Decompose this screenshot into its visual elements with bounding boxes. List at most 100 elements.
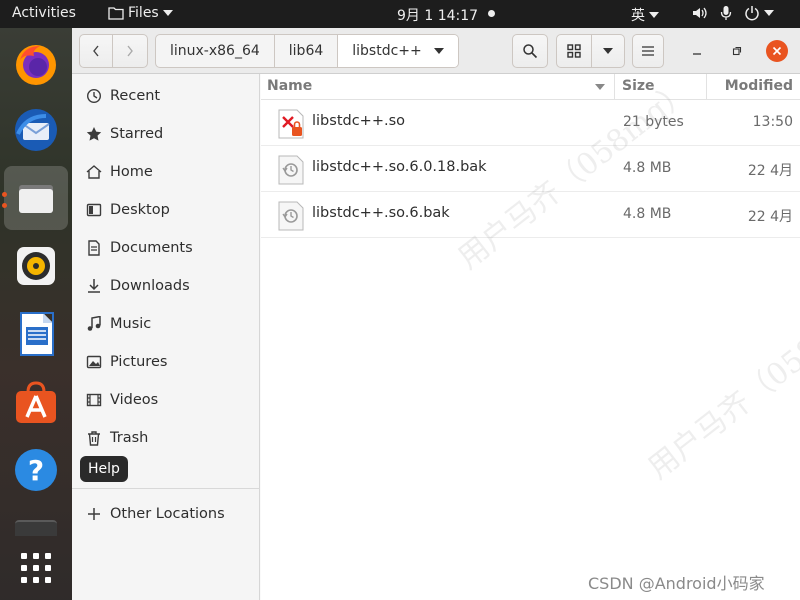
files-folder-icon: [19, 185, 53, 213]
places-sidebar: Recent Starred Home Desktop Documents Do…: [72, 74, 260, 600]
documents-icon: [86, 240, 102, 256]
file-name: libstdc++.so: [312, 113, 406, 129]
sidebar-item-label: Trash: [110, 430, 149, 446]
top-bar: Activities Files 9月 1 14:17 英: [0, 0, 800, 28]
pictures-icon: [86, 354, 102, 370]
terminal-icon: [15, 520, 57, 536]
sidebar-item-label: Music: [110, 316, 152, 332]
list-header: Name Size Modified: [261, 74, 800, 100]
minimize-button[interactable]: [686, 40, 708, 62]
help-launcher[interactable]: ?: [4, 438, 68, 502]
chevron-left-icon: [93, 45, 99, 57]
help-icon: ?: [15, 449, 57, 491]
sidebar-item-trash[interactable]: Trash: [72, 420, 260, 456]
thunderbird-launcher[interactable]: [4, 98, 68, 162]
thunderbird-icon: [15, 109, 57, 151]
sidebar-item-recent[interactable]: Recent: [72, 78, 260, 114]
libreoffice-writer-launcher[interactable]: [4, 302, 68, 366]
backup-file-icon: [278, 201, 304, 231]
file-size: 4.8 MB: [623, 206, 672, 222]
chevron-down-icon: [603, 48, 613, 54]
files-launcher[interactable]: [4, 166, 68, 230]
back-button[interactable]: [79, 34, 113, 68]
search-icon: [523, 44, 538, 59]
backup-file-icon: [278, 155, 304, 185]
firefox-icon: [16, 45, 56, 85]
home-icon: [86, 164, 102, 180]
sidebar-item-label: Downloads: [110, 278, 190, 294]
sidebar-item-label: Documents: [110, 240, 193, 256]
breadcrumb-current[interactable]: libstdc++: [338, 35, 458, 67]
view-toggle-button[interactable]: [556, 34, 592, 68]
rhythmbox-launcher[interactable]: [4, 234, 68, 298]
table-row[interactable]: libstdc++.so 21 bytes 13:50: [261, 100, 800, 146]
menu-button[interactable]: [632, 34, 664, 68]
sidebar-item-downloads[interactable]: Downloads: [72, 268, 260, 304]
broken-link-icon: [278, 109, 304, 139]
sidebar-item-starred[interactable]: Starred: [72, 116, 260, 152]
breadcrumb: linux-x86_64 lib64 libstdc++: [155, 34, 459, 68]
column-header-modified[interactable]: Modified: [725, 78, 793, 94]
firefox-launcher[interactable]: [4, 32, 68, 96]
view-options-button[interactable]: [591, 34, 625, 68]
star-icon: [86, 126, 102, 142]
chevron-right-icon: [127, 45, 133, 57]
sidebar-divider: [72, 488, 260, 489]
running-indicator: [2, 192, 7, 197]
desktop-icon: [86, 202, 102, 218]
table-row[interactable]: libstdc++.so.6.0.18.bak 4.8 MB 22 4月: [261, 146, 800, 192]
maximize-button[interactable]: [726, 40, 748, 62]
file-name: libstdc++.so.6.0.18.bak: [312, 159, 487, 175]
close-button[interactable]: [766, 40, 788, 62]
software-center-launcher[interactable]: [4, 370, 68, 434]
column-divider: [614, 74, 615, 100]
file-size: 4.8 MB: [623, 160, 672, 176]
column-header-name[interactable]: Name: [267, 78, 312, 94]
activities-button[interactable]: Activities: [12, 5, 76, 21]
clock[interactable]: 9月 1 14:17: [397, 5, 478, 25]
files-icon: [108, 7, 124, 20]
breadcrumb-item[interactable]: lib64: [275, 35, 339, 67]
trash-icon: [86, 430, 102, 446]
sidebar-item-pictures[interactable]: Pictures: [72, 344, 260, 380]
file-name: libstdc++.so.6.bak: [312, 205, 450, 221]
sidebar-item-other-locations[interactable]: Other Locations: [72, 496, 260, 532]
file-modified: 22 4月: [747, 209, 793, 225]
search-button[interactable]: [512, 34, 548, 68]
input-method-indicator[interactable]: 英: [631, 5, 659, 25]
file-modified: 13:50: [752, 114, 793, 130]
recent-icon: [86, 88, 102, 104]
minimize-icon: [693, 53, 701, 55]
system-tray[interactable]: [692, 5, 774, 21]
app-menu[interactable]: Files: [108, 5, 173, 21]
svg-text:?: ?: [28, 454, 44, 487]
file-modified: 22 4月: [747, 163, 793, 179]
breadcrumb-item[interactable]: linux-x86_64: [156, 35, 275, 67]
sidebar-item-desktop[interactable]: Desktop: [72, 192, 260, 228]
sidebar-item-videos[interactable]: Videos: [72, 382, 260, 418]
chevron-down-icon: [649, 12, 659, 18]
file-size: 21 bytes: [623, 114, 684, 130]
sidebar-item-documents[interactable]: Documents: [72, 230, 260, 266]
column-divider: [706, 74, 707, 100]
help-tooltip: Help: [80, 456, 128, 482]
sidebar-item-home[interactable]: Home: [72, 154, 260, 190]
sidebar-item-label: Recent: [110, 88, 161, 104]
microphone-icon: [720, 6, 732, 20]
file-list: Name Size Modified libstdc++.so 21 bytes…: [261, 74, 800, 600]
sidebar-item-music[interactable]: Music: [72, 306, 260, 342]
chevron-down-icon: [764, 10, 774, 16]
music-icon: [86, 316, 102, 332]
column-header-size[interactable]: Size: [622, 78, 655, 94]
forward-button[interactable]: [112, 34, 148, 68]
breadcrumb-label: linux-x86_64: [170, 43, 260, 59]
chevron-down-icon: [162, 10, 173, 16]
show-apps-button[interactable]: [4, 536, 68, 600]
header-bar: linux-x86_64 lib64 libstdc++: [72, 28, 800, 74]
files-window: linux-x86_64 lib64 libstdc++ Recent Star…: [72, 28, 800, 600]
writer-icon: [20, 312, 54, 356]
terminal-launcher[interactable]: [4, 516, 68, 536]
table-row[interactable]: libstdc++.so.6.bak 4.8 MB 22 4月: [261, 192, 800, 238]
restore-icon: [732, 46, 742, 56]
software-bag-icon: [16, 381, 56, 423]
